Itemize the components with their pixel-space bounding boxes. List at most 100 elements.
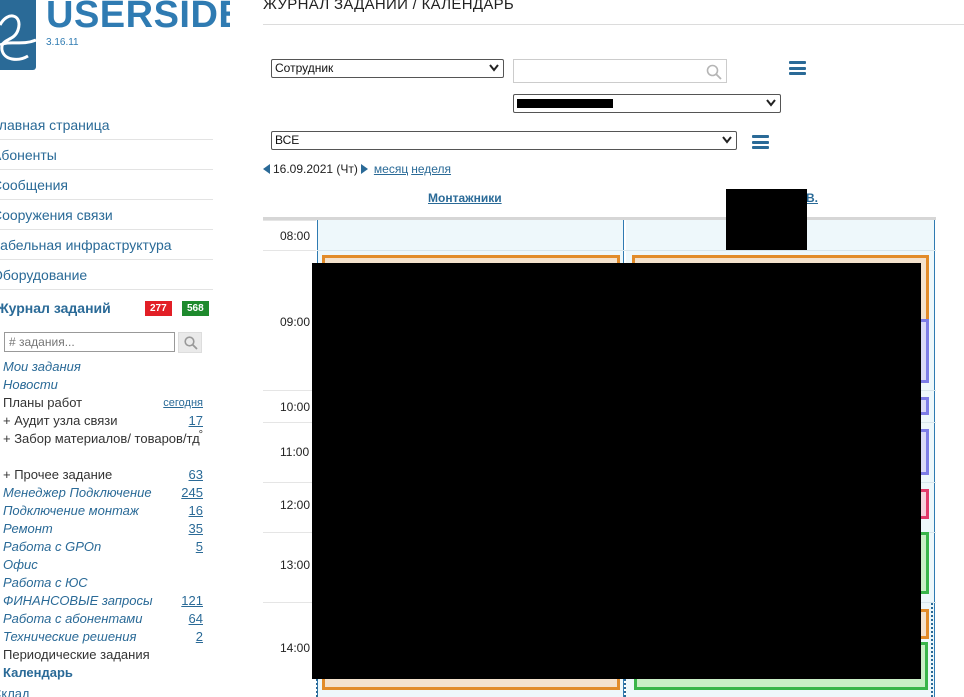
employee-select[interactable]: Сотрудник [271, 59, 504, 78]
menu-item-warehouse[interactable]: Склад [0, 686, 30, 697]
task-label: Менеджер Подключение [3, 485, 152, 500]
time-slot: 08:00 [263, 220, 316, 250]
task-count[interactable]: 35 [189, 520, 203, 538]
sidebar: USERSIDE 3.16.11 Главная страница Абонен… [0, 0, 230, 697]
journal-section-header[interactable]: Журнал заданий 277 568 [0, 298, 211, 322]
column-header-installers[interactable]: Монтажники [428, 191, 502, 205]
current-time-marker [931, 603, 933, 697]
task-link-subscribers-work[interactable]: Работа с абонентами 64 [3, 610, 205, 628]
task-label: ФИНАНСОВЫЕ запросы [3, 593, 153, 608]
page-title: ЖУРНАЛ ЗАДАНИЙ / КАЛЕНДАРЬ [263, 0, 515, 13]
time-slot: 09:00 [263, 250, 316, 390]
task-count[interactable]: 121 [181, 592, 203, 610]
task-count: ° [198, 429, 203, 441]
menu-icon[interactable] [752, 135, 769, 149]
task-link-legal[interactable]: Работа с ЮС [3, 574, 205, 592]
time-label: 13:00 [280, 558, 311, 572]
time-label: 12:00 [280, 498, 311, 512]
menu-item-equipment[interactable]: Оборудование [0, 260, 213, 290]
time-label: 09:00 [280, 315, 311, 329]
chevron-down-icon [489, 64, 499, 72]
task-label: Планы работ [3, 395, 83, 410]
time-slot: 13:00 [263, 532, 316, 602]
task-link-connection-install[interactable]: Подключение монтаж 16 [3, 502, 205, 520]
app-logo-text[interactable]: USERSIDE [46, 0, 230, 37]
current-date: 16.09.2021 (Чт) [273, 162, 358, 176]
task-link-other[interactable]: + Прочее задание 63 [3, 466, 205, 484]
task-type-list: Мои задания Новости Планы работ сегодня +… [3, 358, 205, 682]
task-label: Офис [3, 557, 38, 572]
time-slot: 10:00 [263, 390, 316, 422]
menu-item-home[interactable]: Главная страница [0, 110, 213, 140]
column-header-employee[interactable]: В. [806, 191, 818, 205]
employee-select-value: Сотрудник [275, 61, 334, 75]
menu-item-subscribers[interactable]: Абоненты [0, 140, 213, 170]
task-label: Подключение монтаж [3, 503, 139, 518]
task-label: Технические решения [3, 629, 137, 644]
task-link-periodic[interactable]: Периодические задания [3, 646, 205, 664]
task-number-input[interactable] [4, 332, 175, 352]
task-label: + Аудит узла связи [3, 413, 118, 428]
task-link-news[interactable]: Новости [3, 376, 205, 394]
time-slot: 14:00 [263, 602, 316, 697]
filter-select-value: ВСЕ [275, 133, 300, 147]
badge-done-tasks[interactable]: 568 [182, 301, 209, 316]
task-link-manager-connection[interactable]: Менеджер Подключение 245 [3, 484, 205, 502]
menu-item-label: Абоненты [0, 147, 57, 163]
redaction-block [726, 189, 807, 250]
view-month-link[interactable]: месяц [374, 162, 408, 176]
task-count[interactable]: 245 [181, 484, 203, 502]
time-slot: 12:00 [263, 482, 316, 532]
task-count[interactable]: 2 [196, 628, 203, 646]
employee-search-input[interactable] [513, 59, 727, 83]
task-count[interactable]: 64 [189, 610, 203, 628]
view-week-link[interactable]: неделя [411, 162, 451, 176]
logo-icon[interactable] [0, 0, 36, 70]
time-label: 11:00 [280, 445, 310, 459]
task-link-office[interactable]: Офис [3, 556, 205, 574]
task-link-materials[interactable]: + Забор материалов/ товаров/тд ° [3, 429, 205, 466]
redacted-name [517, 99, 613, 108]
menu-item-label: Оборудование [0, 267, 88, 283]
task-label: Периодические задания [3, 647, 150, 662]
task-link-node-audit[interactable]: + Аудит узла связи 17 [3, 412, 205, 430]
menu-icon[interactable] [789, 61, 806, 75]
task-link-tech-solutions[interactable]: Технические решения 2 [3, 628, 205, 646]
person-select[interactable] [513, 94, 781, 113]
task-count[interactable]: 16 [189, 502, 203, 520]
task-label: Работа с GPOn [3, 539, 102, 554]
menu-item-facilities[interactable]: Сооружения связи [0, 200, 213, 230]
menu-item-label: Кабельная инфраструктура [0, 237, 172, 253]
task-count[interactable]: 5 [196, 538, 203, 556]
journal-title[interactable]: Журнал заданий [0, 300, 111, 316]
task-link-gpon[interactable]: Работа с GPOn 5 [3, 538, 205, 556]
search-icon [184, 336, 198, 350]
task-link-work-plans[interactable]: Планы работ сегодня [3, 394, 205, 412]
task-label: Новости [3, 377, 58, 392]
time-label: 08:00 [280, 229, 311, 243]
task-count[interactable]: 63 [189, 466, 203, 484]
task-link-calendar[interactable]: Календарь [3, 664, 205, 682]
redaction-block [312, 263, 921, 679]
current-time-marker [316, 679, 318, 697]
menu-item-label: Сообщения [0, 177, 68, 193]
menu-item-cable-infrastructure[interactable]: Кабельная инфраструктура [0, 230, 213, 260]
task-label: Работа с абонентами [3, 611, 143, 626]
next-day-icon[interactable] [360, 164, 368, 174]
task-link-repair[interactable]: Ремонт 35 [3, 520, 205, 538]
task-label: Календарь [3, 665, 73, 680]
date-navigation: 16.09.2021 (Чт) месяц неделя [263, 161, 454, 177]
chevron-down-icon [722, 136, 732, 144]
task-label: + Забор материалов/ товаров/тд [3, 431, 200, 446]
menu-item-messages[interactable]: Сообщения [0, 170, 213, 200]
chevron-down-icon [766, 99, 776, 107]
menu-item-label: Сооружения связи [0, 207, 113, 223]
task-link-finance[interactable]: ФИНАНСОВЫЕ запросы 121 [3, 592, 205, 610]
task-link-my-tasks[interactable]: Мои задания [3, 358, 205, 376]
prev-day-icon[interactable] [263, 164, 270, 174]
badge-open-tasks[interactable]: 277 [145, 301, 172, 316]
search-icon[interactable] [706, 64, 722, 80]
today-link[interactable]: сегодня [163, 394, 203, 412]
task-search-button[interactable] [178, 332, 202, 353]
filter-select[interactable]: ВСЕ [271, 131, 737, 150]
